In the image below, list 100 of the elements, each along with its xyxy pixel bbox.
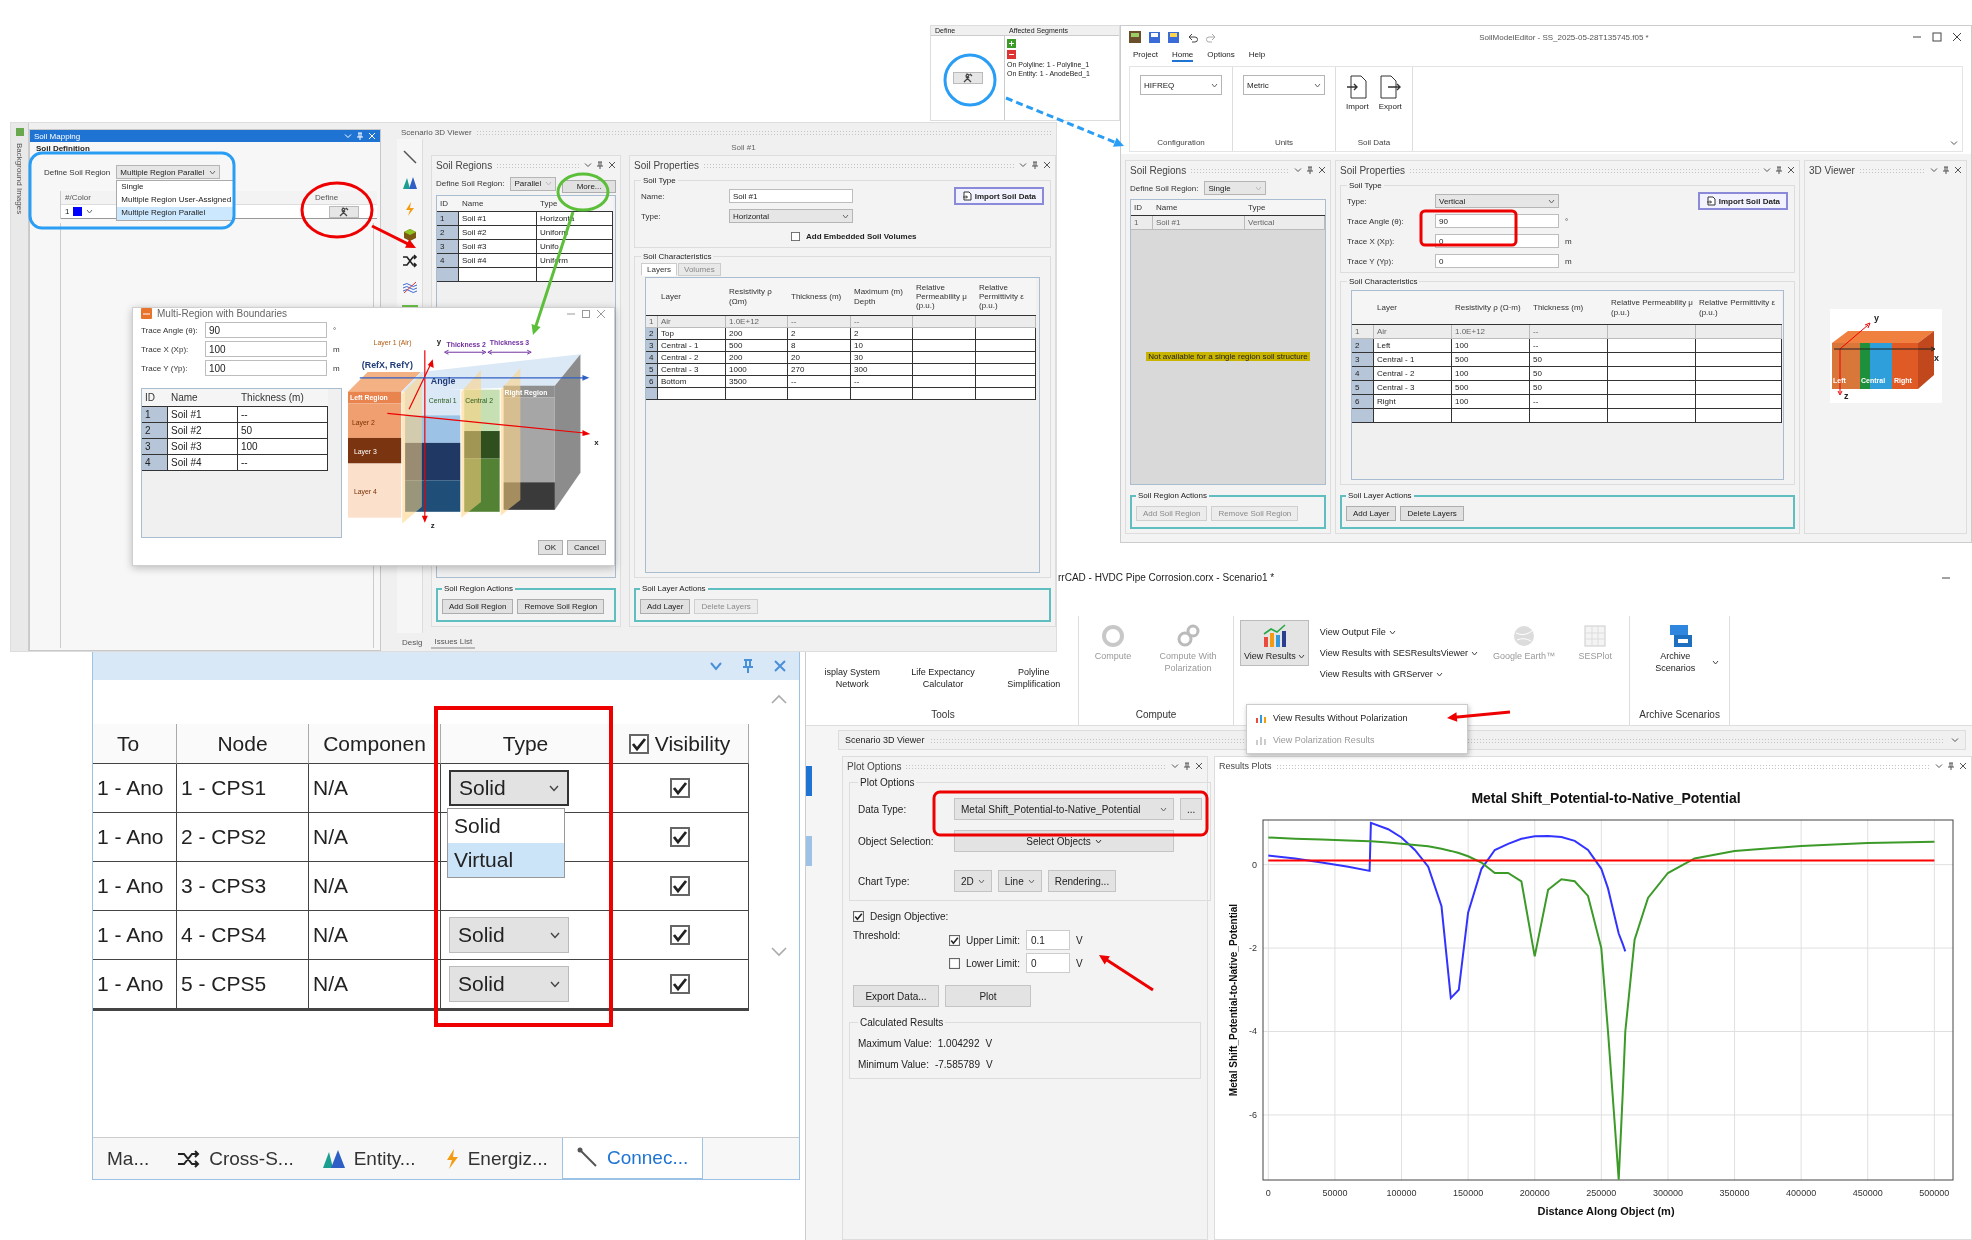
close-icon[interactable] bbox=[1951, 31, 1963, 43]
action-button[interactable]: Add Layer bbox=[1346, 506, 1397, 521]
tab[interactable]: Entity... bbox=[307, 1138, 430, 1179]
ribbon-button[interactable]: Life Expectancy Calculator bbox=[904, 664, 982, 694]
checkbox[interactable] bbox=[949, 957, 960, 969]
cube-icon[interactable] bbox=[401, 227, 418, 243]
input-field[interactable]: 90 bbox=[1435, 214, 1559, 228]
action-button[interactable]: Remove Soil Region bbox=[517, 599, 605, 614]
checkbox[interactable] bbox=[669, 925, 690, 945]
dropdown[interactable]: HIFREQ bbox=[1140, 75, 1222, 95]
add-icon[interactable] bbox=[1007, 39, 1016, 48]
input-field[interactable]: 100 bbox=[205, 341, 327, 357]
input-field[interactable]: 0 bbox=[1435, 254, 1559, 268]
type-dropdown[interactable]: Solid bbox=[449, 966, 569, 1002]
define-button[interactable] bbox=[329, 205, 359, 218]
checkbox[interactable] bbox=[669, 778, 690, 798]
shuffle-icon[interactable] bbox=[401, 253, 418, 269]
checkbox[interactable] bbox=[791, 231, 800, 241]
dialog-button[interactable]: Cancel bbox=[567, 540, 606, 555]
tab[interactable]: Issues List bbox=[431, 635, 476, 649]
pin-icon[interactable] bbox=[1947, 762, 1955, 770]
input-field[interactable]: 100 bbox=[205, 360, 327, 376]
pin-icon[interactable] bbox=[1942, 166, 1950, 174]
chevron-down-icon[interactable] bbox=[1294, 166, 1302, 174]
checkbox[interactable] bbox=[853, 911, 864, 922]
dropdown-option[interactable]: Single bbox=[117, 181, 234, 194]
undo-icon[interactable] bbox=[1187, 31, 1198, 43]
dropdown-option[interactable]: Virtual bbox=[448, 843, 564, 877]
chevron-down-icon[interactable] bbox=[1930, 166, 1938, 174]
close-icon[interactable] bbox=[1195, 762, 1203, 770]
import-button[interactable]: Import Soil Data bbox=[953, 187, 1044, 205]
dropdown[interactable]: Horizontal bbox=[729, 209, 853, 223]
color-swatch[interactable] bbox=[73, 207, 83, 216]
dropdown[interactable]: Metric bbox=[1243, 75, 1325, 95]
menu-tab[interactable]: Project bbox=[1133, 50, 1158, 62]
ribbon-button[interactable]: View Results bbox=[1240, 620, 1309, 666]
ribbon-button[interactable]: Export bbox=[1378, 75, 1402, 111]
save-as-icon[interactable] bbox=[1168, 31, 1179, 43]
close-icon[interactable] bbox=[1954, 166, 1962, 174]
remove-icon[interactable] bbox=[1007, 50, 1016, 59]
scroll-down-icon[interactable] bbox=[771, 947, 787, 957]
dropdown[interactable]: Metal Shift_Potential-to-Native_Potential bbox=[954, 798, 1174, 820]
checkbox[interactable] bbox=[669, 974, 690, 994]
chevron-down-icon[interactable] bbox=[1763, 166, 1771, 174]
pin-icon[interactable] bbox=[1183, 762, 1191, 770]
dropdown[interactable]: Line bbox=[997, 870, 1042, 892]
dialog-button[interactable]: OK bbox=[537, 540, 564, 555]
chevron-down-icon[interactable] bbox=[584, 161, 592, 169]
menu-tab[interactable]: Home bbox=[1171, 50, 1194, 62]
type-dropdown[interactable]: Solid bbox=[449, 917, 569, 953]
action-button[interactable]: Plot bbox=[945, 985, 1031, 1007]
ribbon-menu-button[interactable]: View Results with SESResultsViewer bbox=[1316, 645, 1482, 661]
define-button[interactable] bbox=[952, 72, 983, 84]
ribbon-button[interactable]: isplay System Network bbox=[814, 664, 891, 694]
dropdown-option[interactable]: Solid bbox=[448, 809, 564, 843]
dropdown[interactable]: Parallel bbox=[510, 176, 557, 191]
menu-tab[interactable]: Help bbox=[1248, 50, 1266, 62]
tab[interactable]: Connec... bbox=[561, 1138, 704, 1179]
input-field[interactable]: Soil #1 bbox=[729, 189, 853, 203]
import-button[interactable]: Import Soil Data bbox=[1697, 192, 1788, 210]
redo-icon[interactable] bbox=[1206, 31, 1217, 43]
rendering-button[interactable]: Rendering... bbox=[1047, 870, 1117, 892]
more-button[interactable]: More... bbox=[562, 180, 616, 193]
dropdown-option[interactable]: Multiple Region User-Assigned bbox=[117, 194, 234, 207]
maximize-icon[interactable] bbox=[581, 308, 591, 319]
ribbon-button[interactable]: Polyline Simplification bbox=[995, 664, 1072, 694]
tab[interactable]: Desig bbox=[399, 636, 426, 648]
chevron-down-icon[interactable] bbox=[1935, 762, 1943, 770]
dropdown-option[interactable]: Multiple Region Parallel bbox=[117, 207, 234, 220]
action-button[interactable]: Add Soil Region bbox=[442, 599, 514, 614]
menu-tab[interactable]: Options bbox=[1207, 50, 1235, 62]
input-field[interactable]: 0.1 bbox=[1025, 930, 1070, 950]
close-icon[interactable] bbox=[1959, 762, 1967, 770]
figures-icon[interactable] bbox=[401, 175, 418, 191]
tab[interactable]: Ma... bbox=[93, 1138, 164, 1179]
pin-icon[interactable] bbox=[1775, 166, 1783, 174]
chevron-down-icon[interactable] bbox=[1019, 161, 1027, 169]
save-icon[interactable] bbox=[1149, 31, 1160, 43]
ribbon-menu-button[interactable]: View Results with GRServer bbox=[1316, 666, 1482, 682]
dropdown[interactable]: 2D bbox=[954, 870, 992, 892]
scroll-up-icon[interactable] bbox=[771, 694, 787, 704]
close-icon[interactable] bbox=[1043, 161, 1051, 169]
input-field[interactable]: 0 bbox=[1025, 953, 1070, 973]
action-button[interactable]: Add Layer bbox=[640, 599, 691, 614]
chevron-down-icon[interactable] bbox=[1171, 762, 1179, 770]
chevron-down-icon[interactable] bbox=[1951, 736, 1959, 744]
tab[interactable]: Cross-S... bbox=[163, 1138, 308, 1179]
close-icon[interactable] bbox=[1787, 166, 1795, 174]
checkbox[interactable] bbox=[628, 733, 649, 754]
ribbon-menu-button[interactable]: View Output File bbox=[1316, 624, 1482, 640]
chevron-down-icon[interactable] bbox=[344, 132, 352, 140]
checkbox[interactable] bbox=[669, 876, 690, 896]
pin-icon[interactable] bbox=[1306, 166, 1314, 174]
line-icon[interactable] bbox=[401, 149, 418, 165]
action-button[interactable]: Delete Layers bbox=[1400, 506, 1464, 521]
tab[interactable]: Energiz... bbox=[429, 1138, 562, 1179]
side-tab[interactable]: Background Images bbox=[15, 143, 24, 215]
dropdown[interactable]: Multiple Region Parallel bbox=[116, 165, 221, 179]
input-field[interactable]: 90 bbox=[205, 322, 327, 338]
pin-icon[interactable] bbox=[596, 161, 604, 169]
